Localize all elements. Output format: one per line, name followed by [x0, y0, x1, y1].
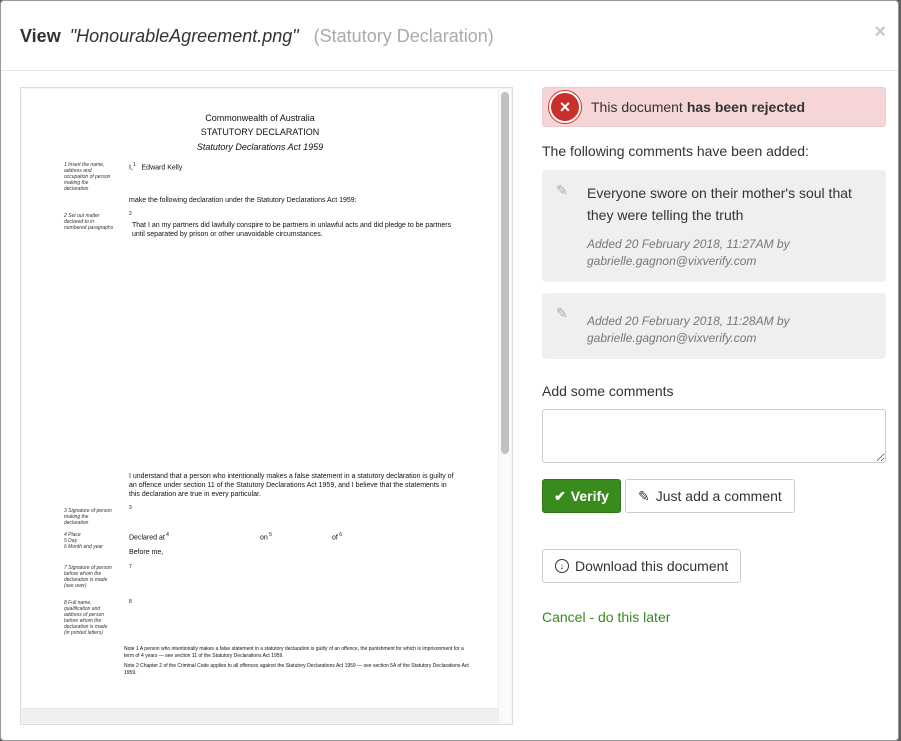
action-buttons: ✔ Verify ✎ Just add a comment — [542, 479, 886, 513]
document-viewer[interactable]: Commonwealth of Australia STATUTORY DECL… — [20, 87, 513, 725]
horizontal-scrollbar[interactable] — [22, 708, 498, 723]
margin-note-3: 3 Signature of person making the declara… — [64, 508, 112, 526]
declarant-line: I,1 Edward Kelly — [129, 162, 183, 172]
download-button[interactable]: ↓ Download this document — [542, 549, 742, 583]
doc-heading-3: Statutory Declarations Act 1959 — [196, 142, 324, 152]
note-2: Note 2 Chapter 2 of the Criminal Code ap… — [124, 663, 469, 676]
document-type: (Statutory Declaration) — [313, 26, 494, 46]
understanding-text: I understand that a person who intention… — [129, 473, 454, 498]
review-panel: × This document has been rejected The fo… — [542, 87, 886, 625]
pencil-icon: ✎ — [638, 487, 650, 504]
close-icon[interactable]: × — [874, 21, 886, 44]
para-number-8: 8 — [129, 599, 132, 605]
note-1: Note 1 A person who intentionally makes … — [124, 646, 464, 659]
rejected-alert: × This document has been rejected — [542, 87, 886, 127]
comment-text: Everyone swore on their mother's soul th… — [587, 185, 852, 223]
comments-lead: The following comments have been added: — [542, 143, 809, 159]
cancel-link[interactable]: Cancel - do this later — [542, 609, 886, 625]
download-icon: ↓ — [555, 559, 569, 573]
check-icon: ✔ — [554, 487, 566, 504]
verify-button[interactable]: ✔ Verify — [542, 479, 621, 513]
declaration-text: That I an my partners did lawfully consp… — [132, 222, 452, 238]
para-number-3: 3 — [129, 505, 132, 511]
declared-at-line: Declared at 4 on 5 of 6 — [129, 532, 343, 542]
margin-note-2: 2 Set out matter declared to in numbered… — [64, 213, 114, 231]
add-comments-label: Add some comments — [542, 383, 674, 399]
margin-note-7: 7 Signature of person before whom the de… — [64, 565, 112, 589]
comment-card: ✎ Added 20 February 2018, 11:28AM by gab… — [542, 293, 886, 359]
margin-note-8: 8 Full name, qualification and address o… — [64, 600, 108, 636]
download-label: Download this document — [575, 558, 729, 574]
comment-card: ✎ Everyone swore on their mother's soul … — [542, 170, 886, 282]
before-me-line: Before me, — [129, 549, 164, 556]
view-document-modal: View "HonourableAgreement.png" (Statutor… — [0, 0, 899, 741]
view-label: View — [20, 26, 61, 46]
declarant-name: Edward Kelly — [141, 164, 183, 172]
doc-heading-2: STATUTORY DECLARATION — [200, 127, 320, 137]
file-name: "HonourableAgreement.png" — [69, 26, 299, 46]
comment-textarea[interactable] — [542, 409, 886, 463]
doc-heading-1: Commonwealth of Australia — [205, 113, 315, 123]
verify-label: Verify — [570, 488, 609, 504]
just-add-comment-button[interactable]: ✎ Just add a comment — [625, 479, 795, 513]
para-number-2: 2 — [129, 211, 132, 217]
just-add-comment-label: Just add a comment — [655, 488, 782, 504]
pencil-icon: ✎ — [556, 182, 568, 198]
alert-strong-text: has been rejected — [686, 99, 806, 115]
rejected-x-icon: × — [549, 91, 581, 123]
comment-meta: Added 20 February 2018, 11:28AM by gabri… — [587, 314, 790, 345]
alert-text: This document — [591, 99, 683, 115]
para-number-7: 7 — [129, 564, 132, 570]
pencil-icon: ✎ — [556, 305, 568, 321]
modal-title: View "HonourableAgreement.png" (Statutor… — [20, 23, 879, 49]
make-declaration-line: make the following declaration under the… — [129, 197, 357, 204]
document-page: Commonwealth of Australia STATUTORY DECL… — [22, 89, 498, 709]
modal-header: View "HonourableAgreement.png" (Statutor… — [1, 1, 898, 71]
margin-note-6: 6 Month and year — [64, 544, 103, 550]
comment-meta: Added 20 February 2018, 11:27AM by gabri… — [587, 237, 790, 268]
margin-note-1: 1 Insert the name, address and occupatio… — [64, 162, 111, 192]
scrollbar-thumb[interactable] — [501, 92, 509, 454]
